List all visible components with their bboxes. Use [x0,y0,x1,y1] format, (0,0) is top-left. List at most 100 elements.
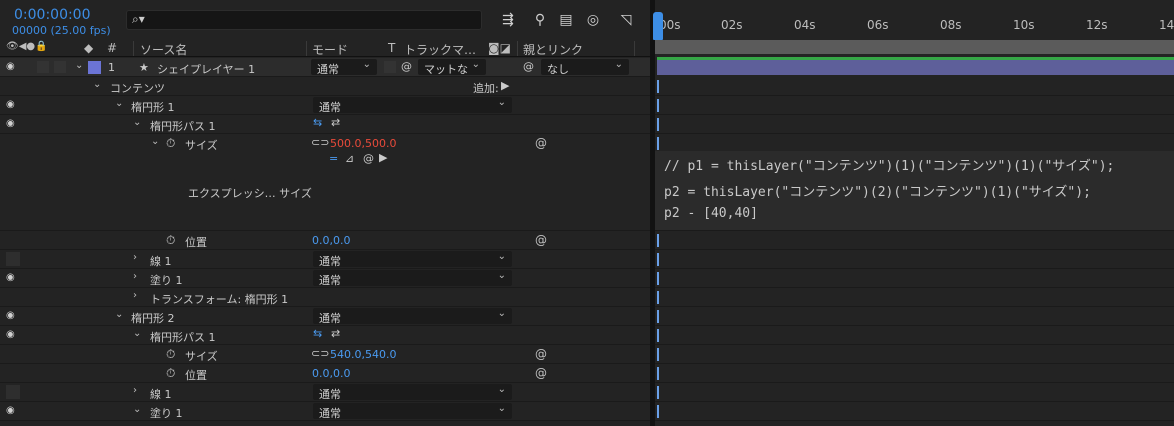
constrain-link-icon[interactable]: ⊂⊃ [311,136,329,149]
fill2-mode-select[interactable]: 通常 ⌄ [313,403,512,420]
tree-row-ellipse-path2[interactable]: ◉ ⌄ 楕円形パス 1 ⇆ ⇄ [0,326,650,345]
fill1-mode-select[interactable]: 通常 ⌄ [313,270,512,287]
chevron-down-icon[interactable]: ⌄ [93,79,101,90]
graph-editor-icon[interactable]: ◹ [616,10,636,30]
motion-blur-icon[interactable]: ◎ [583,10,603,30]
constrain-link-icon[interactable]: ⊂⊃ [311,347,329,360]
frame-blend-icon[interactable]: ▤ [556,10,576,30]
layer-label-color[interactable] [88,61,101,74]
size1-value[interactable]: 500.0,500.0 [330,137,396,150]
size2-value[interactable]: 540.0,540.0 [330,348,396,361]
tree-row-fill2[interactable]: ◉ ⌄ 塗り 1 通常 ⌄ [0,402,650,421]
position1-value[interactable]: 0.0,0.0 [312,234,350,247]
chevron-right-icon[interactable]: › [133,271,137,282]
chevron-right-icon[interactable]: › [133,252,137,263]
time-ruler[interactable]: 00s 02s 04s 06s 08s 10s 12s 14s [655,10,1174,36]
col-source-name[interactable]: ソース名 [140,41,187,58]
draft-3d-icon[interactable]: ⇶ [498,10,518,30]
chevron-down-icon[interactable]: ⌄ [115,309,123,320]
pickwhip-spiral-icon[interactable]: @ [535,233,547,247]
expression-editor[interactable]: // p1 = thisLayer("コンテンツ")(1)("コンテンツ")(1… [655,151,1174,231]
expression-line[interactable]: p2 = thisLayer("コンテンツ")(2)("コンテンツ")(1)("… [664,181,1091,200]
lock-toggle[interactable] [54,61,66,73]
chevron-down-icon[interactable]: ⌄ [133,404,141,415]
expression-pickwhip-icon[interactable]: @ [363,152,374,165]
layer-mode-select[interactable]: 通常 ⌄ [311,59,377,76]
matte-link-icon[interactable]: @ [401,60,412,73]
expression-language-menu-icon[interactable]: ▶ [379,151,387,164]
chevron-down-icon[interactable]: ⌄ [151,136,159,147]
eye-toggle-off[interactable] [6,385,20,399]
eye-icon[interactable]: ◉ [6,405,19,417]
path-direction-icon[interactable]: ⇆ [313,116,322,129]
layer-duration-bar[interactable] [657,57,1174,75]
chevron-down-icon[interactable]: ⌄ [115,98,123,109]
chevron-down-icon[interactable]: ⌄ [133,117,141,128]
tree-row-position1[interactable]: ⏱ 位置 0.0,0.0 @ [0,231,650,250]
stopwatch-icon[interactable]: ⏱ [166,233,175,248]
shy-icon[interactable]: ⚲ [530,10,550,30]
preserve-transparency-toggle[interactable] [384,61,396,73]
tree-row-ellipse1[interactable]: ◉ ⌄ 楕円形 1 通常 ⌄ [0,96,650,115]
graph-icon[interactable]: ⊿ [345,152,354,165]
ellipse1-mode-select[interactable]: 通常 ⌄ [313,97,512,114]
tree-row-fill1[interactable]: ◉ › 塗り 1 通常 ⌄ [0,269,650,288]
tree-row-stroke2[interactable]: › 線 1 通常 ⌄ [0,383,650,402]
expression-enable-icon[interactable]: = [329,152,338,165]
eye-icon[interactable]: ◉ [6,272,19,284]
col-parent-link[interactable]: 親とリンク [523,41,583,58]
pickwhip-spiral-icon[interactable]: @ [535,347,547,361]
stopwatch-icon[interactable]: ⏱ [166,366,175,381]
eye-icon[interactable]: ◉ [6,310,19,322]
playhead-handle[interactable] [653,12,663,40]
contents-label: コンテンツ [110,82,165,95]
path-direction-reverse-icon[interactable]: ⇄ [331,327,340,340]
col-mode[interactable]: モード [312,41,348,58]
layer-row[interactable]: ◉ ⌄ 1 ★ シェイプレイヤー 1 通常 ⌄ @ マットな ⌄ @ なし ⌄ [0,58,650,77]
current-timecode[interactable]: 0:00:00:00 [14,7,91,23]
tree-row-ellipse2[interactable]: ◉ ⌄ 楕円形 2 通常 ⌄ [0,307,650,326]
search-input[interactable]: ⌕▾ [126,10,482,30]
tree-row-size1[interactable]: ⌄ ⏱ サイズ ⊂⊃ 500.0,500.0 @ [0,134,650,152]
col-num: # [107,41,118,55]
pickwhip-spiral-icon[interactable]: @ [535,136,547,150]
pickwhip-icon[interactable]: @ [523,60,534,73]
chevron-down-icon[interactable]: ⌄ [75,60,83,71]
stroke2-mode-select[interactable]: 通常 ⌄ [313,384,512,401]
chevron-right-icon[interactable]: › [133,290,137,301]
chevron-down-icon[interactable]: ⌄ [133,328,141,339]
position2-value[interactable]: 0.0,0.0 [312,367,350,380]
tree-row-contents[interactable]: ⌄ コンテンツ 追加: ▶ [0,77,650,96]
solo-toggle[interactable] [37,61,49,73]
pickwhip-spiral-icon[interactable]: @ [535,366,547,380]
path-direction-reverse-icon[interactable]: ⇄ [331,116,340,129]
eye-icon[interactable]: ◉ [6,99,19,111]
timeline-row [655,383,1174,402]
chevron-down-icon: ⌄ [497,97,506,108]
tree-row-position2[interactable]: ⏱ 位置 0.0,0.0 @ [0,364,650,383]
work-area-bar[interactable] [655,40,1174,54]
eye-icon[interactable]: ◉ [6,329,19,341]
path-direction-icon[interactable]: ⇆ [313,327,322,340]
eye-icon[interactable]: ◉ [6,118,19,130]
add-play-icon[interactable]: ▶ [501,79,509,92]
stopwatch-icon[interactable]: ⏱ [166,347,175,362]
tree-row-transform1[interactable]: › トランスフォーム: 楕円形 1 [0,288,650,307]
eye-toggle-off[interactable] [6,252,20,266]
expression-line[interactable]: p2 - [40,40] [664,206,758,221]
stroke1-mode-select[interactable]: 通常 ⌄ [313,251,512,268]
layer-name[interactable]: シェイプレイヤー 1 [157,61,255,77]
expression-line[interactable]: // p1 = thisLayer("コンテンツ")(1)("コンテンツ")(1… [664,155,1114,174]
tree-row-stroke1[interactable]: › 線 1 通常 ⌄ [0,250,650,269]
track-matte-select[interactable]: マットな ⌄ [418,59,486,76]
chevron-right-icon[interactable]: › [133,385,137,396]
tree-row-ellipse-path1[interactable]: ◉ ⌄ 楕円形パス 1 ⇆ ⇄ [0,115,650,134]
tree-row-size2[interactable]: ⏱ サイズ ⊂⊃ 540.0,540.0 @ [0,345,650,364]
stopwatch-icon[interactable]: ⏱ [166,136,175,151]
parent-select[interactable]: なし ⌄ [541,59,629,76]
col-track-matte[interactable]: トラックマ… [404,41,476,58]
eye-icon[interactable]: ◉ [6,61,19,73]
playhead[interactable] [653,12,663,426]
ellipse2-mode-select[interactable]: 通常 ⌄ [313,308,512,325]
chevron-down-icon: ⌄ [497,251,506,262]
